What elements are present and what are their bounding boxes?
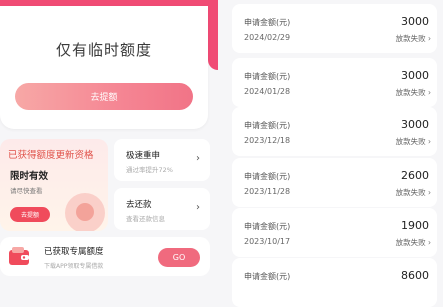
tile-fast-reapply[interactable]: 极速重申 通过率提升72% › (114, 139, 210, 181)
record-date: 2023/10/17 (244, 237, 291, 246)
record-amount: 3000 (401, 15, 429, 28)
record-amount: 2600 (401, 169, 429, 182)
record-label: 申请金额(元) (244, 172, 291, 181)
record-date: 2023/12/18 (244, 136, 291, 145)
record-date: 2024/02/29 (244, 33, 291, 42)
chevron-right-icon: › (196, 202, 200, 213)
raise-limit-button[interactable]: 去提额 (15, 83, 193, 110)
loan-record[interactable]: 申请金额(元) 8600 (232, 258, 437, 307)
go-button[interactable]: GO (158, 248, 200, 267)
exclusive-title: 已获取专属额度 (44, 247, 104, 257)
promo-illustration-face (76, 203, 94, 221)
left-panel: 仅有临时额度 去提额 已获得额度更新资格 限时有效 请尽快查看 去提额 极速重申… (0, 0, 218, 276)
exclusive-quota-banner[interactable]: 已获取专属额度 下载APP领取专属借款 GO (0, 237, 210, 276)
tile-desc: 查看还款信息 (126, 215, 165, 223)
record-status: 放款失败 › (395, 188, 431, 197)
tile-title: 极速重申 (126, 151, 161, 161)
quota-card: 仅有临时额度 去提额 (0, 6, 208, 129)
chevron-right-icon: › (196, 153, 200, 164)
quota-title: 仅有临时额度 (55, 41, 152, 59)
promo-raise-button[interactable]: 去提额 (10, 207, 50, 222)
record-status: 放款失败 › (395, 238, 431, 247)
record-label: 申请金额(元) (244, 272, 291, 281)
record-label: 申请金额(元) (244, 18, 291, 27)
loan-record[interactable]: 申请金额(元) 2023/11/28 2600 放款失败 › (232, 158, 437, 207)
record-status: 放款失败 › (395, 137, 431, 146)
promo-desc: 请尽快查看 (10, 187, 43, 195)
promo-title: 已获得额度更新资格 (8, 150, 94, 161)
record-date: 2024/01/28 (244, 87, 291, 96)
promo-subtitle: 限时有效 (10, 171, 49, 182)
tile-desc: 通过率提升72% (126, 166, 173, 174)
loan-record[interactable]: 申请金额(元) 2024/01/28 3000 放款失败 › (232, 58, 437, 107)
record-amount: 3000 (401, 69, 429, 82)
loan-record[interactable]: 申请金额(元) 2024/02/29 3000 放款失败 › (232, 4, 437, 53)
tile-repay[interactable]: 去还款 查看还款信息 › (114, 188, 210, 230)
record-date: 2023/11/28 (244, 187, 291, 196)
exclusive-desc: 下载APP领取专属借款 (44, 263, 104, 270)
record-label: 申请金额(元) (244, 121, 291, 130)
loan-record[interactable]: 申请金额(元) 2023/10/17 1900 放款失败 › (232, 208, 437, 257)
loan-records-list: 申请金额(元) 2024/02/29 3000 放款失败 › 申请金额(元) 2… (227, 0, 443, 307)
record-label: 申请金额(元) (244, 72, 291, 81)
loan-record[interactable]: 申请金额(元) 2023/12/18 3000 放款失败 › (232, 107, 437, 156)
record-status: 放款失败 › (395, 34, 431, 43)
record-label: 申请金额(元) (244, 222, 291, 231)
promo-card[interactable]: 已获得额度更新资格 限时有效 请尽快查看 去提额 (0, 139, 108, 231)
record-status: 放款失败 › (395, 88, 431, 97)
wallet-icon (9, 247, 29, 265)
tile-title: 去还款 (126, 200, 152, 210)
record-amount: 3000 (401, 118, 429, 131)
record-amount: 1900 (401, 219, 429, 232)
header-accent (208, 0, 218, 70)
